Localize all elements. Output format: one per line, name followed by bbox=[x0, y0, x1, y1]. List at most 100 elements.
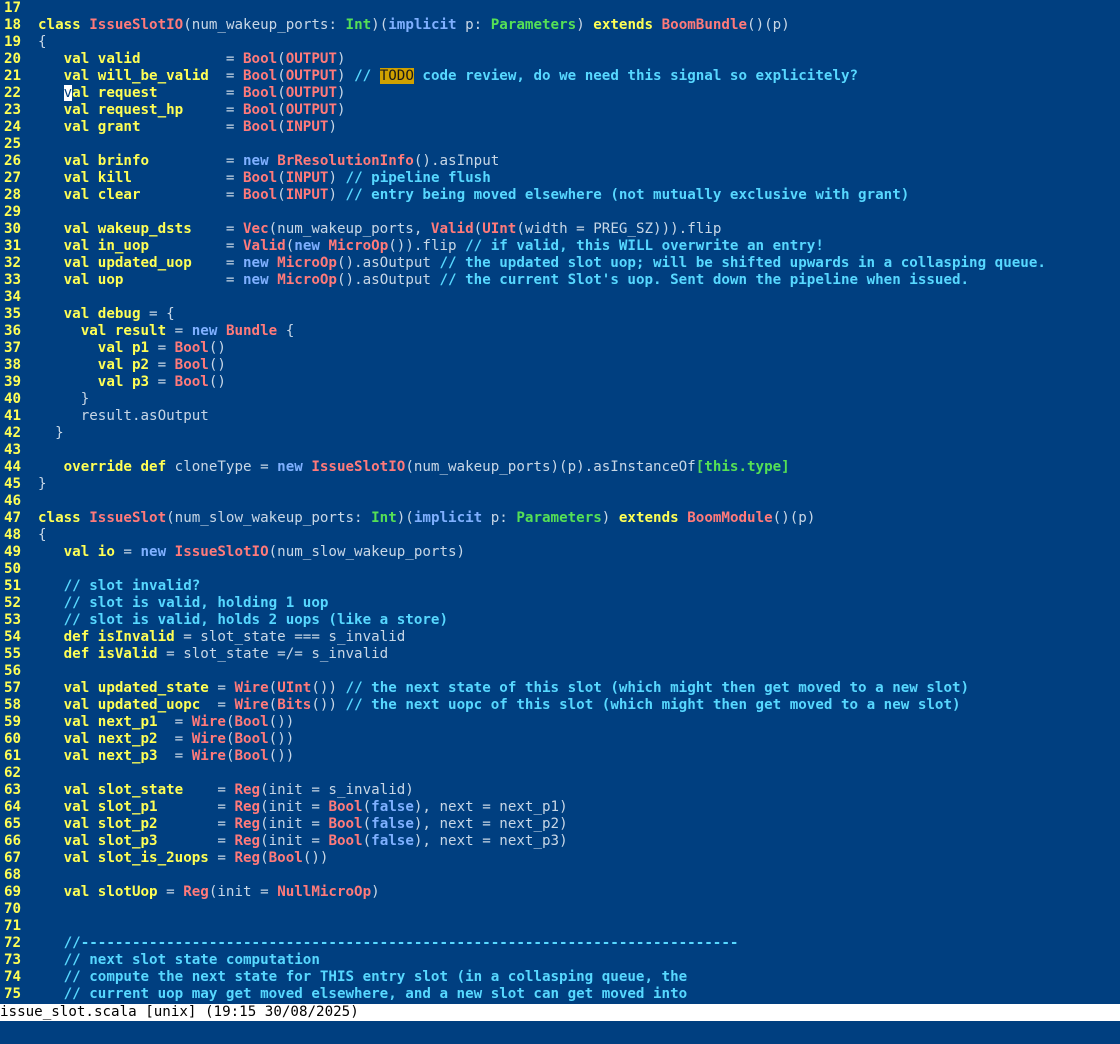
command-line[interactable] bbox=[0, 1021, 1120, 1044]
code-line[interactable]: 67 val slot_is_2uops = Reg(Bool()) bbox=[0, 850, 328, 867]
code-line[interactable]: 58 val updated_uopc = Wire(Bits()) // th… bbox=[0, 697, 961, 714]
code-token: (init = bbox=[260, 799, 329, 815]
code-line[interactable]: 41 result.asOutput bbox=[0, 408, 209, 425]
code-token: Valid bbox=[430, 221, 474, 237]
todo-highlight: TODO bbox=[379, 68, 414, 84]
code-line[interactable]: 72 //-----------------------------------… bbox=[0, 935, 738, 952]
code-line[interactable]: 59 val next_p1 = Wire(Bool()) bbox=[0, 714, 294, 731]
line-number: 52 bbox=[4, 595, 22, 611]
code-line[interactable]: 21 val will_be_valid = Bool(OUTPUT) // T… bbox=[0, 68, 858, 85]
code-line[interactable]: 36 val result = new Bundle { bbox=[0, 323, 294, 340]
code-line[interactable]: 47 class IssueSlot(num_slow_wakeup_ports:… bbox=[0, 510, 815, 527]
code-line[interactable]: 30 val wakeup_dsts = Vec(num_wakeup_port… bbox=[0, 221, 721, 238]
code-line[interactable]: 63 val slot_state = Reg(init = s_invalid… bbox=[0, 782, 414, 799]
code-line[interactable]: 61 val next_p3 = Wire(Bool()) bbox=[0, 748, 294, 765]
code-line[interactable]: 52 // slot is valid, holding 1 uop bbox=[0, 595, 328, 612]
code-token: Bool bbox=[243, 187, 278, 203]
code-line[interactable]: 24 val grant = Bool(INPUT) bbox=[0, 119, 337, 136]
editor-text-area[interactable]: 17 18 class IssueSlotIO(num_wakeup_ports: … bbox=[0, 0, 1120, 1004]
code-token: Bool bbox=[174, 357, 209, 373]
code-line[interactable]: 53 // slot is valid, holds 2 uops (like … bbox=[0, 612, 448, 629]
code-line[interactable]: 43 bbox=[0, 442, 38, 459]
code-line[interactable]: 25 bbox=[0, 136, 38, 153]
code-token: p: bbox=[456, 17, 491, 33]
code-line[interactable]: 49 val io = new IssueSlotIO(num_slow_wak… bbox=[0, 544, 465, 561]
code-line[interactable]: 69 val slotUop = Reg(init = NullMicroOp) bbox=[0, 884, 380, 901]
code-line[interactable]: 71 bbox=[0, 918, 38, 935]
code-line[interactable]: 65 val slot_p2 = Reg(init = Bool(false),… bbox=[0, 816, 568, 833]
code-token: // slot is valid, holds 2 uops (like a s… bbox=[63, 612, 448, 628]
code-line[interactable]: 42 } bbox=[0, 425, 64, 442]
code-line[interactable]: 51 // slot invalid? bbox=[0, 578, 200, 595]
code-line[interactable]: 50 bbox=[0, 561, 38, 578]
code-text: class IssueSlot(num_slow_wakeup_ports: I… bbox=[38, 510, 815, 526]
code-line[interactable]: 19 { bbox=[0, 34, 47, 51]
code-line[interactable]: 22 val request = Bool(OUTPUT) bbox=[0, 85, 346, 102]
code-token: Bool bbox=[234, 748, 269, 764]
code-text: val slot_p1 = Reg(init = Bool(false), ne… bbox=[38, 799, 568, 815]
code-token: val slot_p3 bbox=[63, 833, 158, 849]
line-number: 42 bbox=[4, 425, 22, 441]
code-token: ) bbox=[601, 510, 619, 526]
line-number: 49 bbox=[4, 544, 22, 560]
code-token: // bbox=[354, 68, 380, 84]
code-token: MicroOp bbox=[328, 238, 389, 254]
code-line[interactable]: 40 } bbox=[0, 391, 89, 408]
code-line[interactable]: 38 val p2 = Bool() bbox=[0, 357, 226, 374]
code-line[interactable]: 17 bbox=[0, 0, 38, 17]
code-line[interactable]: 74 // compute the next state for THIS en… bbox=[0, 969, 687, 986]
code-line[interactable]: 44 override def cloneType = new IssueSlo… bbox=[0, 459, 790, 476]
code-token: (num_wakeup_ports, bbox=[268, 221, 431, 237]
code-line[interactable]: 75 // current uop may get moved elsewher… bbox=[0, 986, 687, 1003]
code-token: ) bbox=[336, 85, 346, 101]
line-number: 37 bbox=[4, 340, 22, 356]
code-line[interactable]: 60 val next_p2 = Wire(Bool()) bbox=[0, 731, 294, 748]
code-token: implicit bbox=[413, 510, 483, 526]
code-line[interactable]: 26 val brinfo = new BrResolutionInfo().a… bbox=[0, 153, 499, 170]
code-line[interactable]: 45} bbox=[0, 476, 47, 493]
code-line[interactable]: 56 bbox=[0, 663, 38, 680]
code-line[interactable]: 66 val slot_p3 = Reg(init = Bool(false),… bbox=[0, 833, 568, 850]
code-line[interactable]: 62 bbox=[0, 765, 38, 782]
code-token: // current uop may get moved elsewhere, … bbox=[63, 986, 688, 1002]
code-line[interactable]: 28 val clear = Bool(INPUT) // entry bein… bbox=[0, 187, 909, 204]
code-token: // the updated slot uop; will be shifted… bbox=[439, 255, 1046, 271]
code-line[interactable]: 55 def isValid = slot_state =/= s_invali… bbox=[0, 646, 388, 663]
line-number: 28 bbox=[4, 187, 22, 203]
code-line[interactable]: 33 val uop = new MicroOp().asOutput // t… bbox=[0, 272, 969, 289]
code-token: val updated_uopc bbox=[63, 697, 201, 713]
code-token: val slotUop bbox=[63, 884, 158, 900]
code-line[interactable]: 73 // next slot state computation bbox=[0, 952, 320, 969]
code-line[interactable]: 54 def isInvalid = slot_state === s_inva… bbox=[0, 629, 405, 646]
code-token: = bbox=[157, 85, 244, 101]
code-line[interactable]: 39 val p3 = Bool() bbox=[0, 374, 226, 391]
code-line[interactable]: 31 val in_uop = Valid(new MicroOp()).fli… bbox=[0, 238, 824, 255]
code-line[interactable]: 20 val valid = Bool(OUTPUT) bbox=[0, 51, 346, 68]
code-line[interactable]: 64 val slot_p1 = Reg(init = Bool(false),… bbox=[0, 799, 568, 816]
code-line[interactable]: 27 val kill = Bool(INPUT) // pipeline fl… bbox=[0, 170, 491, 187]
code-line[interactable]: 37 val p1 = Bool() bbox=[0, 340, 226, 357]
code-token: new bbox=[243, 272, 269, 288]
code-line[interactable]: 70 bbox=[0, 901, 38, 918]
code-line[interactable]: 68 bbox=[0, 867, 38, 884]
code-line[interactable]: 48 { bbox=[0, 527, 47, 544]
code-line[interactable]: 32 val updated_uop = new MicroOp().asOut… bbox=[0, 255, 1046, 272]
line-number: 63 bbox=[4, 782, 22, 798]
code-line[interactable]: 57 val updated_state = Wire(UInt()) // t… bbox=[0, 680, 969, 697]
code-line[interactable]: 18 class IssueSlotIO(num_wakeup_ports: In… bbox=[0, 17, 790, 34]
code-token: val next_p2 bbox=[63, 731, 158, 747]
code-line[interactable]: 46 bbox=[0, 493, 38, 510]
code-line[interactable]: 29 bbox=[0, 204, 38, 221]
code-token: = slot_state === s_invalid bbox=[174, 629, 406, 645]
code-text: } bbox=[38, 476, 47, 492]
code-line[interactable]: 23 val request_hp = Bool(OUTPUT) bbox=[0, 102, 346, 119]
code-line[interactable]: 35 val debug = { bbox=[0, 306, 175, 323]
code-line[interactable]: 34 bbox=[0, 289, 38, 306]
code-token: (init = bbox=[260, 833, 329, 849]
